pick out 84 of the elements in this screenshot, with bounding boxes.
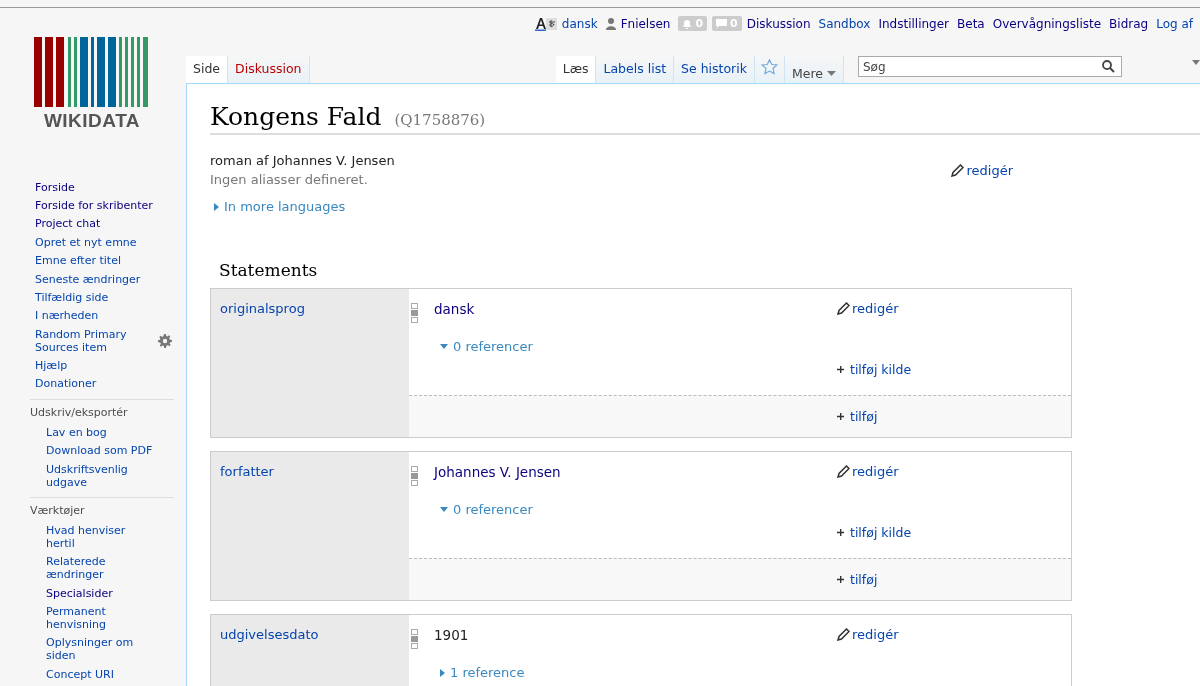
section-heading: Statements [219, 260, 319, 280]
item-description: roman af Johannes V. Jensen [210, 153, 396, 168]
personal-link[interactable]: Beta [957, 16, 985, 31]
more-menu[interactable]: Mere [784, 56, 844, 83]
references-toggle[interactable]: 0 referencer [440, 339, 533, 354]
add-source-link[interactable]: tilføj kilde [837, 525, 1071, 540]
sidebar-link[interactable]: Hvad henviser hertil [46, 521, 157, 553]
add-value-link[interactable]: tilføj [837, 572, 1071, 587]
sidebar-link[interactable]: Udskriftsvenlig udgave [46, 459, 157, 492]
sidebar-link[interactable]: Oplysninger om siden [46, 633, 157, 666]
view-tab[interactable]: Se historik [674, 56, 755, 83]
personal-link[interactable]: Diskussion [746, 16, 811, 31]
personal-link[interactable]: Overvågningsliste [992, 16, 1102, 31]
references-toggle[interactable]: 0 referencer [440, 502, 533, 517]
sidebar-link[interactable]: Relaterede ændringer [46, 552, 157, 584]
rank-selector-icon[interactable] [411, 466, 418, 486]
sidebar-link[interactable]: I nærheden [35, 306, 161, 325]
language-link[interactable]: dansk [561, 16, 598, 31]
item-value-link[interactable]: Johannes V. Jensen [434, 464, 561, 480]
namespace-tab[interactable]: Diskussion [228, 56, 310, 83]
triangle-down-icon [440, 344, 448, 349]
view-tab[interactable]: Læs [555, 56, 597, 83]
item-value-link[interactable]: dansk [434, 301, 475, 317]
aliases-text: Ingen aliasser defineret. [210, 172, 369, 187]
edit-link[interactable]: redigér [951, 153, 1013, 187]
edit-link[interactable]: redigér [837, 627, 1071, 642]
pencil-icon [837, 628, 850, 641]
personal-link[interactable]: Sandbox [818, 16, 871, 31]
personal-link[interactable]: Log af [1156, 16, 1193, 31]
sidebar-link[interactable]: Opret et nyt emne [35, 233, 161, 252]
edit-link[interactable]: redigér [837, 301, 1071, 316]
sidebar-link[interactable]: Random Primary Sources item [35, 325, 158, 357]
sidebar-link[interactable]: Lav en bog [46, 423, 157, 442]
statement-value: 1901 [434, 627, 469, 643]
sidebar-link[interactable]: Forside for skribenter [35, 196, 161, 215]
sidebar-link[interactable]: Forside [35, 178, 161, 197]
sidebar-link[interactable]: Concept URI [46, 665, 157, 684]
caret-icon [827, 70, 836, 76]
sidebar-link[interactable]: Specialsider [46, 584, 157, 603]
pencil-icon [837, 465, 850, 478]
references-toggle[interactable]: 1 reference [440, 665, 525, 680]
namespace-tab[interactable]: Side [186, 56, 229, 83]
sidebar-heading: Udskriv/eksportér [30, 406, 129, 422]
wikidata-logo[interactable]: WIKIDATA [34, 37, 150, 132]
edit-link[interactable]: redigér [837, 464, 1071, 479]
sidebar-link[interactable]: Project chat [35, 214, 161, 234]
item-id: (Q1758876) [394, 111, 486, 129]
pencil-icon [837, 302, 850, 315]
sidebar-link[interactable]: Hjælp [35, 356, 161, 375]
triangle-right-icon [214, 202, 219, 211]
property-link[interactable]: originalsprog [220, 301, 305, 316]
pencil-icon [951, 163, 965, 177]
property-link[interactable]: udgivelsesdato [220, 627, 319, 642]
star-icon[interactable] [760, 59, 778, 75]
search-field[interactable]: Søg [859, 57, 1121, 76]
page-title: Kongens Fald [210, 102, 382, 131]
sidebar-link[interactable]: Permanent henvisning [46, 602, 157, 634]
dropdown-arrow-icon[interactable] [1192, 60, 1200, 65]
plus-icon [837, 413, 844, 420]
gear-icon[interactable] [158, 333, 172, 348]
personal-link[interactable]: Bidrag [1109, 16, 1149, 31]
property-link[interactable]: forfatter [220, 464, 274, 479]
rank-selector-icon[interactable] [411, 629, 418, 649]
user-icon [605, 17, 616, 30]
triangle-down-icon [440, 507, 448, 512]
personal-link[interactable]: Indstillinger [878, 16, 950, 31]
triangle-right-icon [440, 668, 445, 677]
plus-icon [837, 576, 844, 583]
sidebar-heading: Værktøjer [30, 504, 86, 520]
language-icon[interactable] [534, 16, 557, 31]
user-link[interactable]: Fnielsen [620, 16, 671, 31]
sidebar-link[interactable]: Emne efter titel [35, 251, 161, 270]
sidebar-link[interactable]: Donationer [35, 374, 161, 394]
sidebar-link[interactable]: Tilfældig side [35, 288, 161, 307]
plus-icon [837, 366, 844, 373]
plus-icon [837, 529, 844, 536]
add-value-link[interactable]: tilføj [837, 409, 1071, 424]
sidebar-link[interactable]: Download som PDF [46, 441, 157, 460]
view-tab[interactable]: Labels list [596, 56, 675, 83]
add-source-link[interactable]: tilføj kilde [837, 362, 1071, 377]
sidebar-link[interactable]: Seneste ændringer [35, 269, 161, 289]
more-languages-toggle[interactable]: In more languages [214, 199, 346, 214]
search-icon[interactable] [1102, 60, 1115, 73]
rank-selector-icon[interactable] [411, 303, 418, 323]
